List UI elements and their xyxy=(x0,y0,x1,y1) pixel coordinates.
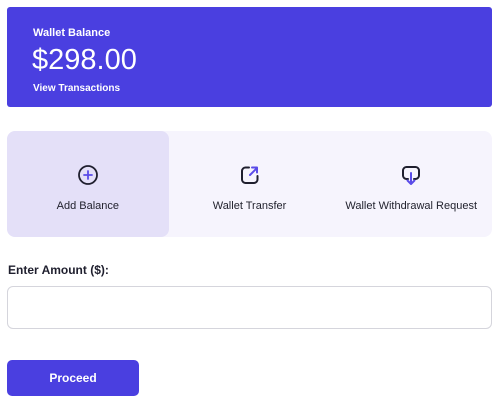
action-wallet-withdrawal[interactable]: Wallet Withdrawal Request xyxy=(330,131,492,237)
wallet-balance-card: Wallet Balance $298.00 View Transactions xyxy=(7,7,492,107)
amount-input[interactable] xyxy=(7,286,492,329)
action-wallet-transfer[interactable]: Wallet Transfer xyxy=(169,131,331,237)
wallet-page: Wallet Balance $298.00 View Transactions… xyxy=(0,0,500,416)
plus-circle-icon xyxy=(76,163,100,187)
transfer-out-icon xyxy=(238,163,262,187)
withdraw-icon xyxy=(399,163,423,187)
amount-field-label: Enter Amount ($): xyxy=(8,263,109,277)
wallet-balance-amount: $298.00 xyxy=(32,44,137,76)
wallet-balance-label: Wallet Balance xyxy=(33,27,111,39)
wallet-actions: Add Balance Wallet Transfer Wallet Withd… xyxy=(7,131,492,237)
action-add-balance-label: Add Balance xyxy=(56,200,120,212)
view-transactions-link[interactable]: View Transactions xyxy=(33,83,120,94)
action-add-balance[interactable]: Add Balance xyxy=(7,131,169,237)
action-wallet-withdrawal-label: Wallet Withdrawal Request xyxy=(345,200,477,212)
proceed-button[interactable]: Proceed xyxy=(7,360,139,396)
action-wallet-transfer-label: Wallet Transfer xyxy=(212,200,287,212)
